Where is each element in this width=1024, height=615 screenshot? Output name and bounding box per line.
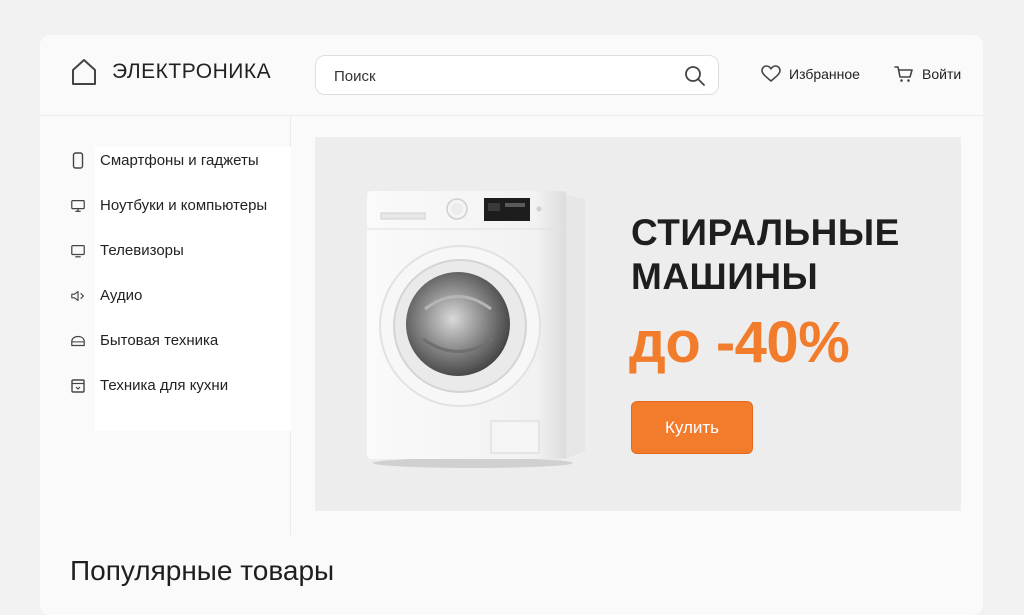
login-link[interactable]: Войти xyxy=(894,65,961,83)
kitchen-icon xyxy=(70,378,86,394)
search-box xyxy=(315,55,719,96)
speaker-icon xyxy=(70,288,86,304)
header: ЭЛЕКТРОНИКА Избранное Войти xyxy=(40,35,983,116)
laptop-icon xyxy=(70,198,86,214)
heart-icon xyxy=(761,65,781,82)
smartphone-icon xyxy=(70,152,86,169)
cart-icon xyxy=(894,66,913,82)
sidebar-item-smartphones[interactable]: Смартфоны и гаджеты xyxy=(70,152,259,169)
appliance-icon xyxy=(70,333,86,349)
sidebar-item-audio[interactable]: Аудио xyxy=(70,287,142,304)
sidebar-item-kitchen[interactable]: Техника для кухни xyxy=(70,377,228,394)
sidebar-item-label: Техника для кухни xyxy=(100,377,229,394)
banner-title: СТИРАЛЬНЫЕ МАШИНЫ xyxy=(631,212,900,297)
sidebar-item-appliances[interactable]: Бытовая техника xyxy=(70,332,218,349)
sidebar-item-label: Телевизоры xyxy=(100,242,184,259)
logo-text: ЭЛЕКТРОНИКА xyxy=(112,60,272,83)
sidebar-item-label: Смартфоны и гаджеты xyxy=(100,152,259,169)
sidebar-item-label: Аудио xyxy=(100,287,143,304)
popular-products-title: Популярные товары xyxy=(70,555,335,586)
category-sidebar: Смартфоны и гаджеты Ноутбуки и компьютер… xyxy=(40,115,291,535)
search-input[interactable] xyxy=(332,56,676,96)
page-container: ЭЛЕКТРОНИКА Избранное Войти xyxy=(40,35,983,615)
search-icon[interactable] xyxy=(684,65,706,87)
logo[interactable]: ЭЛЕКТРОНИКА xyxy=(70,57,271,87)
washing-machine-image xyxy=(367,191,585,468)
tv-icon xyxy=(70,243,86,259)
promo-banner[interactable]: СТИРАЛЬНЫЕ МАШИНЫ до -40% Кулить xyxy=(315,137,961,511)
favorites-label: Избранное xyxy=(789,66,860,82)
sidebar-item-laptops[interactable]: Ноутбуки и компьютеры xyxy=(70,197,267,214)
sidebar-item-label: Ноутбуки и компьютеры xyxy=(100,197,268,214)
buy-button[interactable]: Кулить xyxy=(631,401,753,454)
favorites-link[interactable]: Избранное xyxy=(761,65,860,83)
home-icon xyxy=(72,59,96,85)
login-label: Войти xyxy=(922,66,962,82)
sidebar-item-label: Бытовая техника xyxy=(100,332,219,349)
sidebar-item-tv[interactable]: Телевизоры xyxy=(70,242,184,259)
banner-discount: до -40% xyxy=(629,310,850,375)
